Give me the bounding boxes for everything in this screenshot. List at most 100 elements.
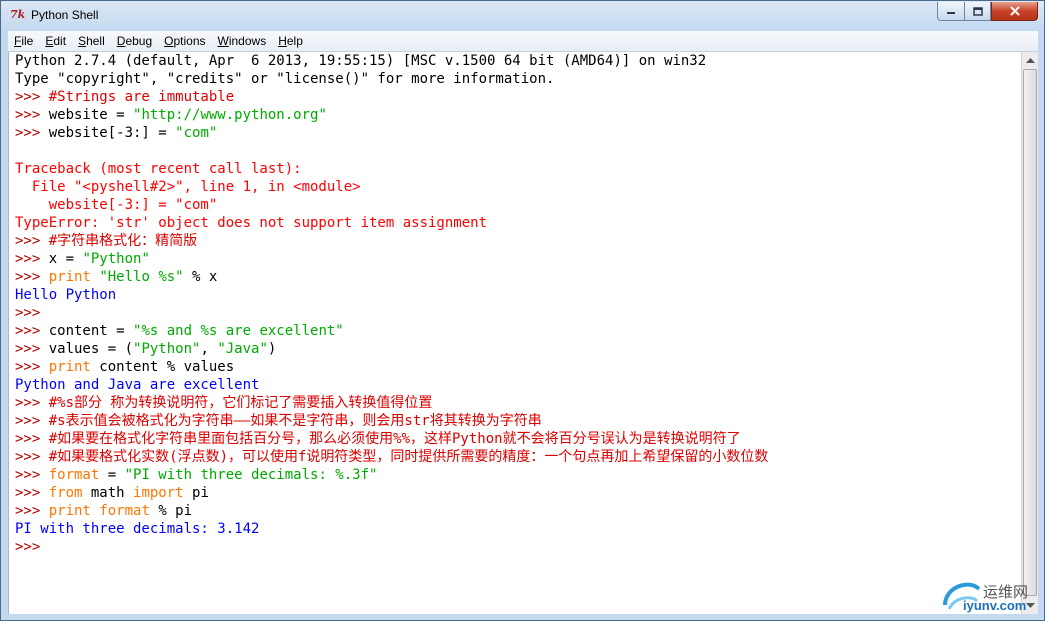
shell-token: % pi bbox=[149, 503, 193, 519]
shell-token: "com" bbox=[175, 125, 218, 141]
shell-token: x = bbox=[48, 251, 83, 267]
shell-token: Python and Java are excellent bbox=[15, 377, 260, 393]
shell-token: Traceback (most recent call last): bbox=[15, 161, 302, 177]
shell-token: "Java" bbox=[217, 341, 268, 357]
shell-token: "Python" bbox=[82, 251, 150, 267]
shell-token: content % values bbox=[90, 359, 235, 375]
shell-token: content = bbox=[48, 323, 134, 339]
shell-line: >>> print format % pi bbox=[15, 502, 768, 520]
shell-token: values = ( bbox=[48, 341, 134, 357]
shell-line: >>> bbox=[15, 538, 768, 556]
shell-token: % x bbox=[183, 269, 218, 285]
shell-line: File "<pyshell#2>", line 1, in <module> bbox=[15, 178, 768, 196]
maximize-button[interactable] bbox=[964, 2, 991, 21]
minimize-button[interactable] bbox=[937, 2, 965, 21]
shell-line: >>> print content % values bbox=[15, 358, 768, 376]
shell-token: #%s部分 称为转换说明符，它们标记了需要插入转换值得位置 bbox=[48, 395, 433, 411]
shell-line: >>> format = "PI with three decimals: %.… bbox=[15, 466, 768, 484]
shell-token: #s表示值会被格式化为字符串——如果不是字符串，则会用str将其转换为字符串 bbox=[48, 413, 542, 429]
shell-token: website[-3:] = bbox=[48, 125, 176, 141]
shell-output: Python 2.7.4 (default, Apr 6 2013, 19:55… bbox=[15, 52, 768, 556]
menu-edit[interactable]: Edit bbox=[39, 31, 72, 51]
shell-line: >>> content = "%s and %s are excellent" bbox=[15, 322, 768, 340]
menu-bar: File Edit Shell Debug Options Windows Help bbox=[8, 31, 1038, 52]
shell-token: math bbox=[82, 485, 134, 501]
shell-token: >>> bbox=[15, 449, 49, 465]
title-bar[interactable]: 7k Python Shell bbox=[1, 1, 1044, 31]
window-title: Python Shell bbox=[31, 8, 99, 22]
shell-line: >>> #如果要格式化实数(浮点数)，可以使用f说明符类型，同时提供所需要的精度… bbox=[15, 448, 768, 466]
close-icon bbox=[1009, 6, 1020, 16]
maximize-icon bbox=[972, 6, 983, 16]
shell-line: website[-3:] = "com" bbox=[15, 196, 768, 214]
shell-token: >>> bbox=[15, 89, 49, 105]
shell-token: >>> bbox=[15, 485, 49, 501]
shell-token: #如果要格式化实数(浮点数)，可以使用f说明符类型，同时提供所需要的精度：一个句… bbox=[48, 449, 769, 465]
minimize-icon bbox=[947, 12, 955, 14]
shell-token: Python 2.7.4 (default, Apr 6 2013, 19:55… bbox=[15, 53, 707, 69]
shell-line: >>> values = ("Python", "Java") bbox=[15, 340, 768, 358]
shell-token: "Hello %s" bbox=[99, 269, 184, 285]
shell-token: >>> bbox=[15, 359, 49, 375]
shell-line: >>> #s表示值会被格式化为字符串——如果不是字符串，则会用str将其转换为字… bbox=[15, 412, 768, 430]
shell-token: >>> bbox=[15, 395, 49, 411]
menu-shell[interactable]: Shell bbox=[72, 31, 111, 51]
shell-line: Python 2.7.4 (default, Apr 6 2013, 19:55… bbox=[15, 52, 768, 70]
shell-token: >>> bbox=[15, 503, 49, 519]
shell-token: import bbox=[133, 485, 184, 501]
shell-token: format bbox=[48, 467, 100, 483]
shell-token: >>> bbox=[15, 269, 49, 285]
menu-help[interactable]: Help bbox=[272, 31, 309, 51]
shell-token: print bbox=[48, 503, 91, 519]
shell-line: >>> website[-3:] = "com" bbox=[15, 124, 768, 142]
shell-token: "http://www.python.org" bbox=[133, 107, 327, 123]
shell-token: >>> bbox=[15, 107, 49, 123]
shell-token: >>> bbox=[15, 431, 49, 447]
shell-line: >>> website = "http://www.python.org" bbox=[15, 106, 768, 124]
shell-token: >>> bbox=[15, 413, 49, 429]
shell-token: "Python" bbox=[133, 341, 201, 357]
menu-windows[interactable]: Windows bbox=[212, 31, 273, 51]
shell-token: print bbox=[48, 269, 91, 285]
menu-debug[interactable]: Debug bbox=[111, 31, 158, 51]
shell-token: website[-3:] = "com" bbox=[15, 197, 218, 213]
shell-line: >>> #如果要在格式化字符串里面包括百分号，那么必须使用%%，这样Python… bbox=[15, 430, 768, 448]
menu-options[interactable]: Options bbox=[158, 31, 211, 51]
shell-token: #Strings are immutable bbox=[48, 89, 235, 105]
shell-token: "PI with three decimals: %.3f" bbox=[124, 467, 378, 483]
watermark-subtext: iyunv.com bbox=[963, 598, 1027, 613]
shell-line: >>> from math import pi bbox=[15, 484, 768, 502]
shell-token: print bbox=[48, 359, 91, 375]
shell-token: Type "copyright", "credits" or "license(… bbox=[15, 71, 555, 87]
shell-token: #如果要在格式化字符串里面包括百分号，那么必须使用%%，这样Python就不会将… bbox=[48, 431, 741, 447]
shell-token: ) bbox=[267, 341, 277, 357]
shell-line: >>> #字符串格式化：精简版 bbox=[15, 232, 768, 250]
shell-token: Hello Python bbox=[15, 287, 117, 303]
shell-token: = bbox=[99, 467, 125, 483]
shell-line: >>> #Strings are immutable bbox=[15, 88, 768, 106]
shell-token: >>> bbox=[15, 305, 49, 321]
scroll-up-arrow-icon[interactable] bbox=[1022, 52, 1038, 69]
close-button[interactable] bbox=[991, 2, 1038, 21]
shell-token: pi bbox=[183, 485, 209, 501]
shell-token: >>> bbox=[15, 539, 49, 555]
shell-line: >>> x = "Python" bbox=[15, 250, 768, 268]
scrollbar-thumb[interactable] bbox=[1023, 69, 1037, 596]
shell-token: >>> bbox=[15, 233, 49, 249]
shell-token: "%s and %s are excellent" bbox=[133, 323, 344, 339]
shell-token: , bbox=[200, 341, 218, 357]
watermark-logo: 运维网 iyunv.com bbox=[939, 575, 1043, 617]
shell-line: PI with three decimals: 3.142 bbox=[15, 520, 768, 538]
shell-line: >>> bbox=[15, 304, 768, 322]
shell-text-area[interactable]: Python 2.7.4 (default, Apr 6 2013, 19:55… bbox=[8, 52, 1022, 614]
shell-line: TypeError: 'str' object does not support… bbox=[15, 214, 768, 232]
shell-token: TypeError: 'str' object does not support… bbox=[15, 215, 488, 231]
menu-file[interactable]: File bbox=[8, 31, 39, 51]
idle-app-icon: 7k bbox=[10, 8, 26, 21]
shell-token: >>> bbox=[15, 323, 49, 339]
shell-token: PI with three decimals: 3.142 bbox=[15, 521, 260, 537]
vertical-scrollbar[interactable] bbox=[1021, 52, 1038, 614]
python-shell-window: 7k Python Shell File Edit Shell Debug Option… bbox=[0, 0, 1045, 621]
shell-line: Traceback (most recent call last): bbox=[15, 160, 768, 178]
